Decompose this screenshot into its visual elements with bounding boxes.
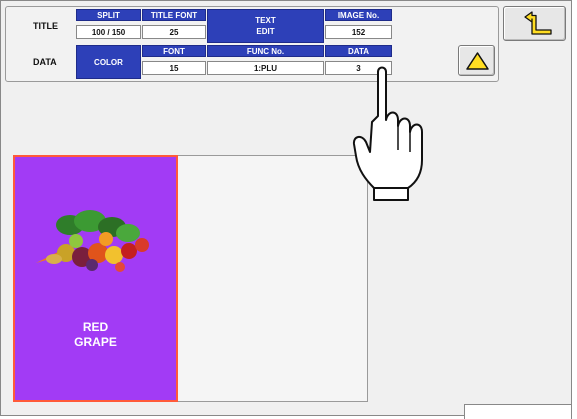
back-button[interactable] <box>503 6 566 41</box>
func-no-value[interactable]: 1:PLU <box>207 61 324 75</box>
pointing-hand-icon <box>352 66 423 201</box>
text-edit-button[interactable]: TEXT EDIT <box>207 9 324 43</box>
vegetables-icon <box>36 210 149 272</box>
func-no-header: FUNC No. <box>207 45 324 57</box>
scroll-up-button[interactable] <box>458 45 495 76</box>
font-header: FONT <box>142 45 206 57</box>
color-button[interactable]: COLOR <box>76 45 141 79</box>
title-font-value[interactable]: 25 <box>142 25 206 39</box>
split-header: SPLIT <box>76 9 141 21</box>
plu-key-label: RED GRAPE <box>74 320 117 349</box>
font-value[interactable]: 15 <box>142 61 206 75</box>
title-font-header: TITLE FONT <box>142 9 206 21</box>
text-edit-line1: TEXT <box>255 16 276 25</box>
data-header: DATA <box>325 45 392 57</box>
image-no-header: IMAGE No. <box>325 9 392 21</box>
image-no-value[interactable]: 152 <box>325 25 392 39</box>
split-value[interactable]: 100 / 150 <box>76 25 141 39</box>
data-row-label: DATA <box>33 57 57 67</box>
title-row-label: TITLE <box>33 21 58 31</box>
bottom-right-box <box>464 404 572 419</box>
return-arrow-icon <box>524 11 552 35</box>
text-edit-line2: EDIT <box>256 27 275 36</box>
up-triangle-icon <box>466 52 489 70</box>
plu-key[interactable]: RED GRAPE <box>13 155 178 402</box>
